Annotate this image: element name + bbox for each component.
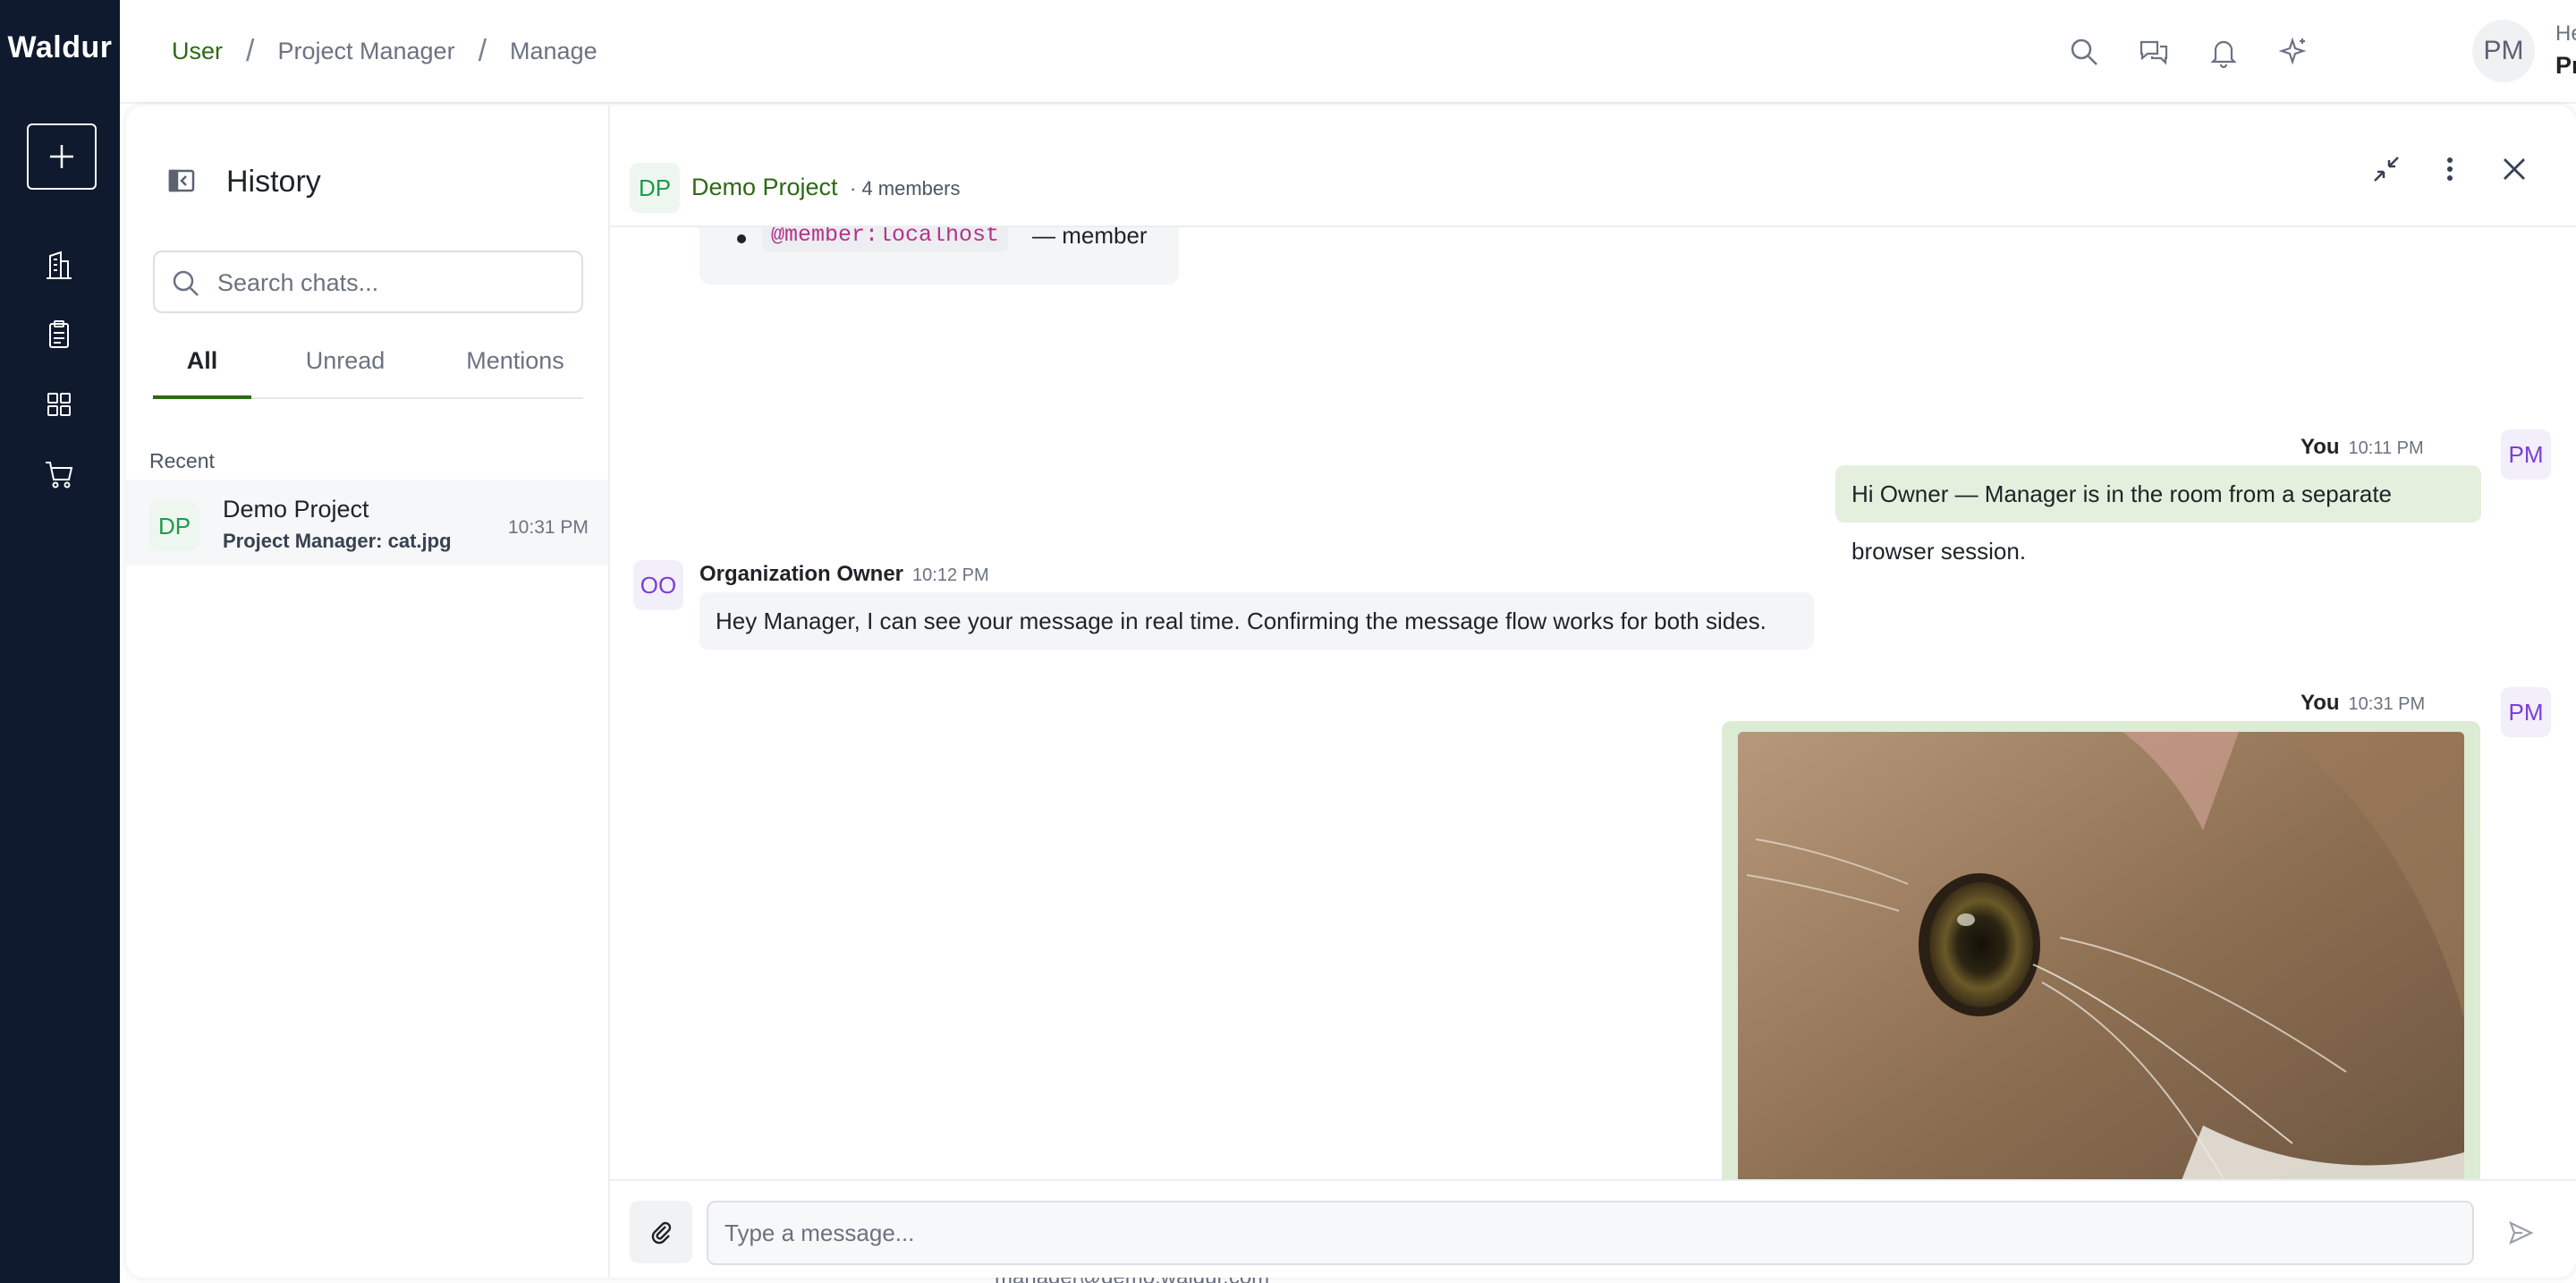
- collapse-history-button[interactable]: [164, 163, 199, 199]
- cart-icon: [46, 462, 73, 489]
- user-avatar[interactable]: PM: [2472, 20, 2535, 82]
- recent-label: Recent: [149, 449, 215, 472]
- image-message[interactable]: [1722, 721, 2480, 1228]
- send-icon: [2509, 1220, 2534, 1245]
- chat-search: [153, 251, 583, 313]
- cat-photo[interactable]: [1738, 732, 2464, 1217]
- breadcrumb-project-manager[interactable]: Project Manager: [277, 38, 454, 65]
- history-sidebar: History All Unread Mentions Recent DP De…: [126, 106, 610, 1278]
- cat-photo-illustration: [1738, 732, 2464, 1217]
- send-button[interactable]: [2503, 1215, 2538, 1251]
- notifications-button[interactable]: [2204, 32, 2243, 72]
- clipboard-icon: [49, 320, 69, 348]
- chat-name: Demo Project: [223, 496, 369, 523]
- tab-mentions[interactable]: Mentions: [448, 347, 582, 399]
- minimize-icon: [2374, 157, 2399, 182]
- message-meta: You 10:31 PM: [2301, 691, 2425, 716]
- breadcrumb-user[interactable]: User: [172, 38, 223, 65]
- add-button[interactable]: [27, 123, 97, 190]
- sender-avatar: OO: [633, 560, 683, 610]
- sender-name: You: [2301, 435, 2340, 459]
- nav-marketplace[interactable]: [39, 455, 79, 494]
- top-bar: User / Project Manager / Manage PM Hello…: [120, 0, 2576, 104]
- member-role: — member: [1032, 227, 1148, 249]
- chat-button[interactable]: [2134, 32, 2174, 72]
- paperclip-icon: [651, 1221, 672, 1245]
- minimize-button[interactable]: [2366, 149, 2407, 190]
- message-time: 10:12 PM: [912, 565, 989, 585]
- more-options-button[interactable]: [2429, 149, 2470, 190]
- outgoing-message: Hi Owner — Manager is in the room from a…: [1835, 465, 2481, 565]
- chat-icon: [2140, 40, 2168, 65]
- search-icon: [2071, 38, 2097, 65]
- building-icon: [47, 251, 72, 279]
- chat-panel: History All Unread Mentions Recent DP De…: [126, 106, 2576, 1278]
- chat-list-item[interactable]: DP Demo Project Project Manager: cat.jpg…: [126, 480, 608, 565]
- previous-message: @member:localhost — member: [699, 227, 1179, 285]
- grid-icon: [47, 393, 71, 416]
- breadcrumb-separator: /: [246, 34, 255, 68]
- history-tabs: All Unread Mentions: [153, 347, 583, 399]
- message-meta: Organization Owner 10:12 PM: [699, 562, 989, 587]
- brand-logo[interactable]: Waldur: [0, 30, 120, 65]
- close-button[interactable]: [2494, 149, 2535, 190]
- room-avatar: DP: [630, 163, 680, 213]
- message-meta: You 10:11 PM: [2301, 435, 2424, 460]
- search-button[interactable]: [2064, 32, 2104, 72]
- sender-name: You: [2301, 691, 2340, 715]
- list-bullet: [737, 234, 746, 243]
- message-time: 10:11 PM: [2348, 438, 2424, 458]
- sparkle-icon: [2278, 37, 2307, 65]
- member-count[interactable]: · 4 members: [850, 177, 960, 200]
- search-icon: [173, 270, 199, 296]
- sender-avatar: PM: [2501, 687, 2551, 737]
- message-composer: [610, 1179, 2576, 1278]
- history-title: History: [226, 165, 321, 199]
- nav-dashboard[interactable]: [39, 385, 79, 424]
- incoming-message: Hey Manager, I can see your message in r…: [699, 592, 1814, 650]
- mention-code[interactable]: @member:localhost: [762, 227, 1009, 251]
- message-list: @member:localhost — member You 10:11 PM P…: [610, 227, 2576, 1278]
- search-input[interactable]: [217, 263, 566, 302]
- sender-avatar: PM: [2501, 429, 2551, 480]
- chat-room: @member:localhost — member You 10:11 PM P…: [610, 106, 2576, 1278]
- bell-icon: [2210, 40, 2237, 68]
- ai-assistant-button[interactable]: [2274, 32, 2313, 72]
- user-name[interactable]: Project: [2555, 52, 2576, 80]
- chat-preview: Project Manager: cat.jpg: [223, 530, 452, 552]
- chat-avatar: DP: [149, 501, 199, 551]
- message-input[interactable]: [707, 1201, 2474, 1265]
- greeting: Hello: [2555, 21, 2576, 46]
- chat-time: 10:31 PM: [508, 517, 589, 538]
- plus-icon: [50, 145, 73, 168]
- room-header: DP Demo Project · 4 members: [610, 106, 2576, 227]
- sender-name: Organization Owner: [699, 562, 904, 586]
- left-rail: Waldur: [0, 0, 120, 1283]
- attach-button[interactable]: [630, 1201, 692, 1263]
- breadcrumb: User / Project Manager / Manage: [172, 34, 597, 69]
- nav-projects[interactable]: [39, 315, 79, 354]
- tab-all[interactable]: All: [153, 347, 251, 399]
- breadcrumb-manage: Manage: [510, 38, 597, 64]
- tab-unread[interactable]: Unread: [287, 347, 403, 399]
- nav-organizations[interactable]: [39, 245, 79, 285]
- breadcrumb-separator: /: [478, 34, 487, 68]
- close-icon: [2504, 158, 2525, 180]
- message-time: 10:31 PM: [2348, 694, 2426, 714]
- sidebar-toggle-icon: [168, 169, 195, 192]
- room-name[interactable]: Demo Project: [691, 174, 838, 201]
- more-vertical-icon: [2447, 157, 2453, 181]
